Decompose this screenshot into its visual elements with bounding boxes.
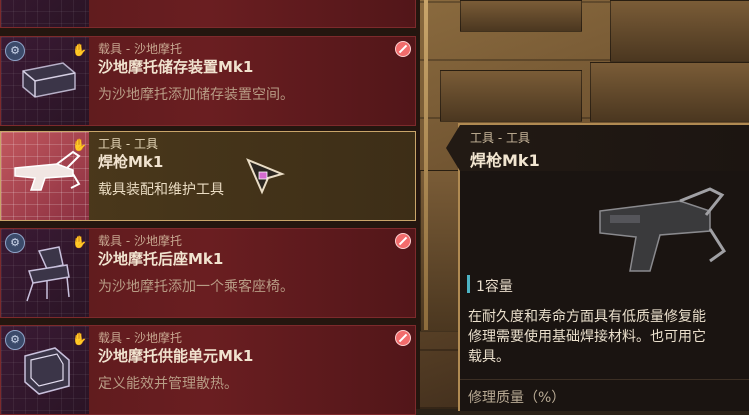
hand-icon: ✋	[72, 43, 87, 57]
forbidden-icon	[395, 41, 411, 57]
item-description: 为沙地摩托添加储存装置空间。	[98, 87, 294, 103]
hand-icon: ✋	[72, 235, 87, 249]
tooltip-description: 在耐久度和寿命方面具有低质量修复能 修理需要使用基础焊接材料。也可用它 载具。	[468, 309, 706, 365]
gear-icon: ⚙	[5, 233, 25, 253]
gear-icon: ⚙	[5, 330, 25, 350]
item-category: 载具 - 沙地摩托	[98, 234, 182, 248]
tooltip-capacity: 1容量	[476, 279, 513, 295]
forbidden-icon	[395, 233, 411, 249]
inventory-list: ⚙ ✋ 载具 - 沙地摩托 沙地摩托储存装置Mk1 为沙地摩托添加储存装置空间。…	[0, 0, 420, 415]
tooltip-quality-label: 修理质量（%）	[468, 390, 566, 406]
list-item-selected[interactable]: ✋ 工具 - 工具 焊枪Mk1 载具装配和维护工具	[0, 131, 416, 221]
item-category: 载具 - 沙地摩托	[98, 42, 182, 56]
item-category: 工具 - 工具	[98, 137, 158, 151]
item-description: 定义能效并管理散热。	[98, 376, 238, 392]
hand-icon: ✋	[72, 332, 87, 346]
item-category: 载具 - 沙地摩托	[98, 331, 182, 345]
list-item[interactable]: ⚙ ✋ 载具 - 沙地摩托 沙地摩托储存装置Mk1 为沙地摩托添加储存装置空间。	[0, 36, 416, 126]
divider	[460, 379, 749, 380]
list-item[interactable]	[0, 0, 416, 28]
cursor-icon	[246, 158, 286, 195]
list-item[interactable]: ⚙ ✋ 载具 - 沙地摩托 沙地摩托后座Mk1 为沙地摩托添加一个乘客座椅。	[0, 228, 416, 318]
tooltip-title: 焊枪Mk1	[470, 151, 540, 170]
tooltip-category: 工具 - 工具	[470, 131, 530, 145]
item-tooltip: 工具 - 工具 焊枪Mk1 1容量 在耐久度和寿命方面具有低质量修复能 修理需要…	[446, 123, 749, 411]
panel-divider	[424, 0, 428, 330]
item-thumbnail	[1, 0, 89, 27]
gear-icon: ⚙	[5, 41, 25, 61]
item-title: 沙地摩托后座Mk1	[98, 250, 224, 268]
item-title: 焊枪Mk1	[98, 153, 164, 171]
item-description: 载具装配和维护工具	[98, 182, 224, 198]
forbidden-icon	[395, 330, 411, 346]
item-title: 沙地摩托储存装置Mk1	[98, 58, 254, 76]
item-description: 为沙地摩托添加一个乘客座椅。	[98, 279, 294, 295]
capacity-indicator	[467, 275, 470, 293]
hand-icon: ✋	[72, 138, 87, 152]
list-item[interactable]: ⚙ ✋ 载具 - 沙地摩托 沙地摩托供能单元Mk1 定义能效并管理散热。	[0, 325, 416, 415]
item-title: 沙地摩托供能单元Mk1	[98, 347, 254, 365]
tooltip-header: 工具 - 工具 焊枪Mk1	[446, 125, 749, 171]
